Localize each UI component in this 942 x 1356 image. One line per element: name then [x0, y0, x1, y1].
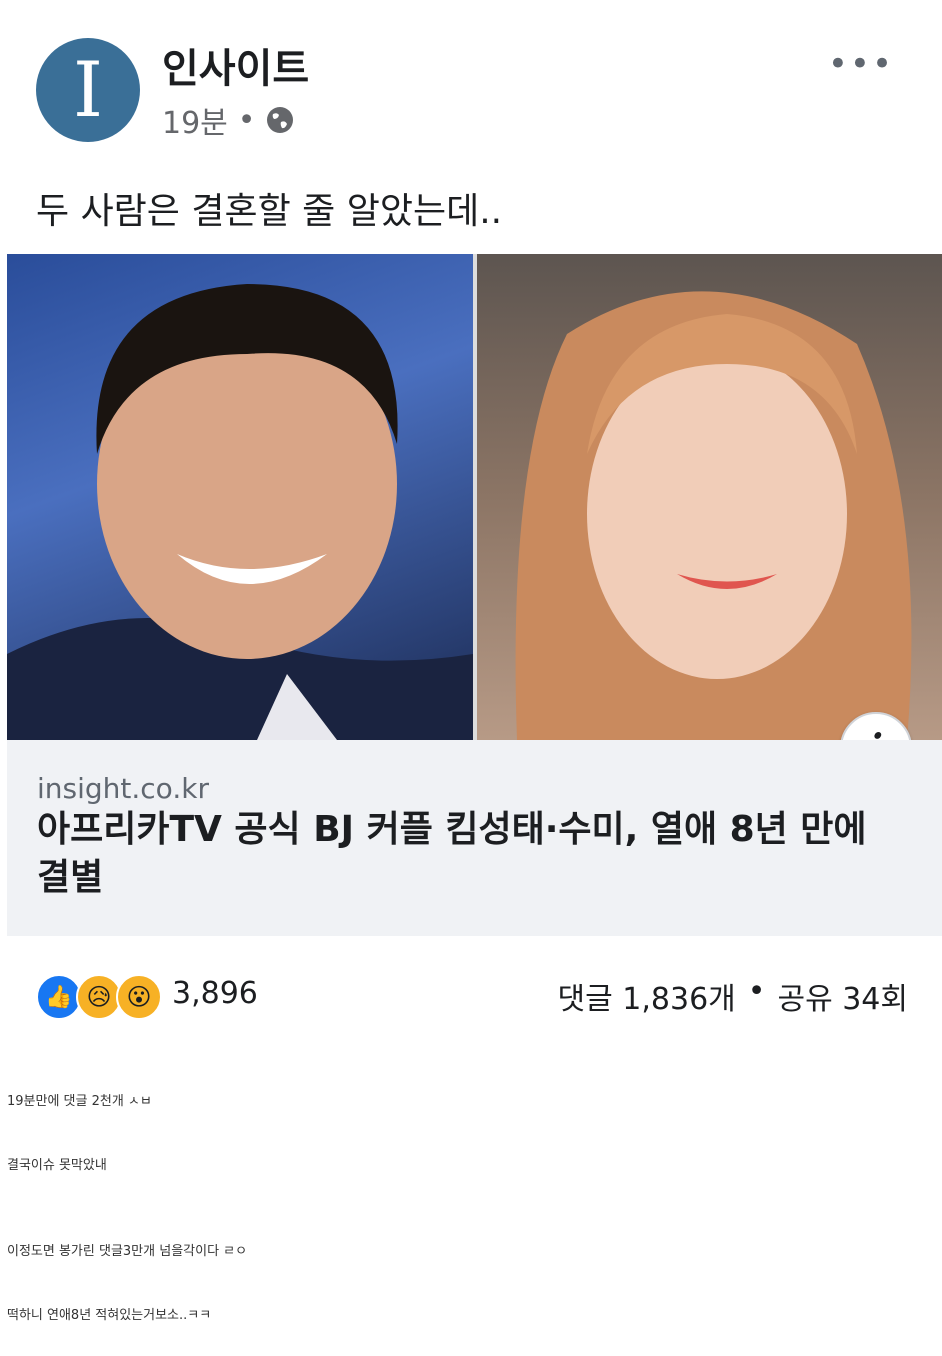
reaction-count[interactable]: 3,896 — [172, 976, 258, 1011]
link-headline[interactable]: 아프리카TV 공식 BJ 커플 킴성태·수미, 열애 8년 만에 결별 — [37, 806, 887, 902]
woman-illustration — [515, 291, 912, 740]
link-preview-image[interactable] — [7, 254, 942, 740]
avatar-logo-letter: I — [72, 45, 104, 134]
stats-separator: • — [747, 974, 766, 1009]
post-meta: 19분 • — [162, 98, 295, 142]
user-comment: 결국이슈 못막았내 — [7, 1158, 107, 1173]
reaction-icons[interactable]: 👍 😥 😮 — [36, 974, 162, 1020]
page-avatar[interactable]: I — [36, 38, 140, 142]
comment-count-link[interactable]: 댓글 1,836개 — [558, 974, 736, 1018]
post-text: 두 사람은 결혼할 줄 알았는데.. — [36, 191, 503, 232]
user-comment: 이정도면 봉가린 댓글3만개 넘을각이다 ㄹㅇ — [7, 1244, 248, 1259]
link-caption[interactable]: insight.co.kr 아프리카TV 공식 BJ 커플 킴성태·수미, 열애… — [7, 740, 942, 936]
photo-woman — [477, 254, 942, 740]
user-comment: 19분만에 댓글 2천개 ㅅㅂ — [7, 1094, 152, 1109]
more-options-icon[interactable]: ••• — [828, 44, 894, 84]
share-count-link[interactable]: 공유 34회 — [777, 974, 908, 1018]
meta-separator: • — [237, 102, 256, 138]
page-name-link[interactable]: 인사이트 — [162, 36, 309, 94]
wow-reaction-icon: 😮 — [116, 974, 162, 1020]
globe-icon — [267, 107, 294, 133]
reactions-bar: 👍 😥 😮 3,896 댓글 1,836개 • 공유 34회 — [0, 960, 942, 1030]
post-timestamp[interactable]: 19분 — [162, 98, 228, 142]
man-illustration — [7, 284, 473, 740]
photo-man — [7, 254, 473, 740]
user-comment: 떡하니 연애8년 적혀있는거보소..ㅋㅋ — [7, 1308, 212, 1323]
post-header: I 인사이트 19분 • ••• — [0, 0, 942, 160]
engagement-stats: 댓글 1,836개 • 공유 34회 — [558, 974, 908, 1018]
link-domain: insight.co.kr — [37, 772, 209, 805]
